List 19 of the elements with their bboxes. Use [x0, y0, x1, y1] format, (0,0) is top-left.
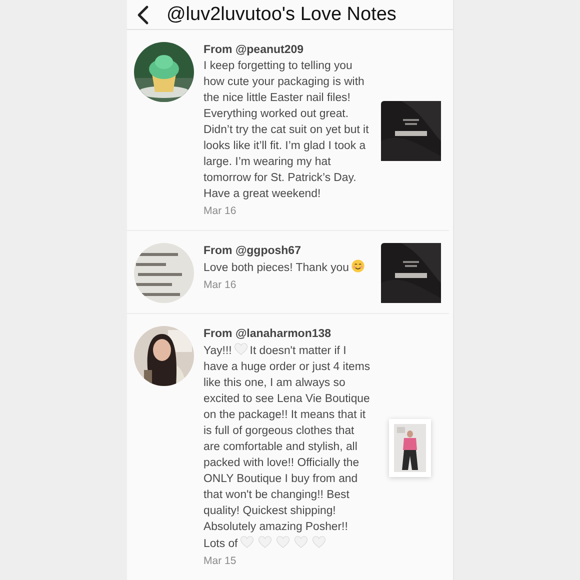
note-date: Mar 15 [204, 554, 238, 569]
heart-icon [258, 535, 272, 549]
message-text: Yay!!! It doesn't matter if I have a huge order or just 4 items like this one, I am always so excited to see Lena Vie Boutique on the package!! It means that it is full of gorgeous clothes that are comfortable and stylish, all packed with love!! Officially the ONLY Boutique I buy from and that won't be changing!! Best quality! Quickest shipping! Absolutely amazing Posher!! Lots of [204, 342, 372, 552]
message-text: I keep forgetting to telling you how cute your packaging is with the nice little Easter nail files! Everything worked out great. Didn’t try the cat suit on yet but it looks like it’ll fit. I’m glad I took a large. I’m wearing my hat tomorrow for St. Patrick’s Day. Have a great weekend! [204, 59, 370, 202]
back-icon[interactable] [136, 4, 148, 24]
heart-icon [276, 535, 290, 549]
heart-icon [234, 342, 248, 356]
page-title: @luv2luvutoo's Love Notes [166, 4, 396, 26]
message-text: Love both pieces! Thank you [204, 259, 372, 276]
heart-icon [312, 535, 326, 549]
sender-name[interactable]: From @lanaharmon138 [204, 326, 372, 342]
sender-name[interactable]: From @peanut209 [204, 42, 372, 58]
note-date: Mar 16 [204, 204, 238, 219]
smiley-icon [350, 259, 365, 273]
product-card[interactable] [388, 419, 430, 477]
heart-icon [240, 535, 254, 549]
note-date: Mar 16 [204, 278, 238, 293]
heart-icon [294, 535, 308, 549]
sender-name[interactable]: From @ggposh67 [204, 243, 372, 259]
